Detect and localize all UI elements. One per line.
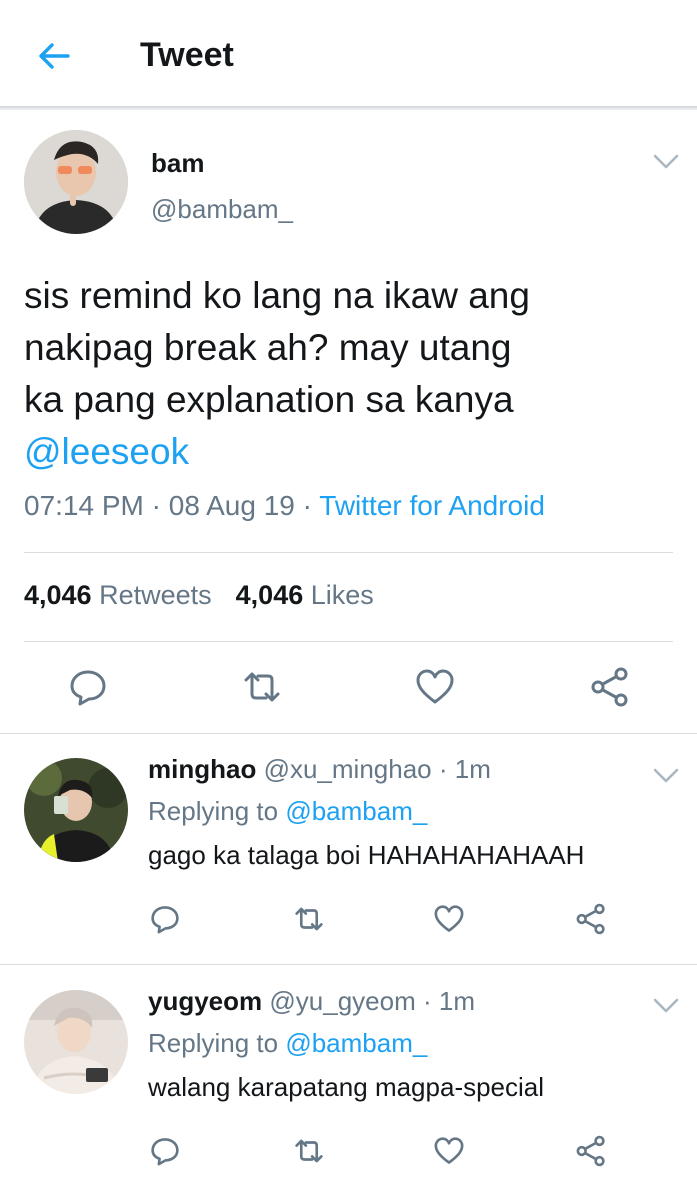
reply-time: · 1m bbox=[422, 986, 475, 1016]
replying-to-label: Replying to bbox=[148, 796, 279, 826]
author-handle[interactable]: @bambam_ bbox=[151, 194, 293, 225]
tweet-meta: 07:14 PM · 08 Aug 19 · Twitter for Andro… bbox=[24, 490, 545, 522]
retweet-icon[interactable] bbox=[240, 665, 284, 709]
like-icon[interactable] bbox=[432, 902, 466, 936]
reply-header: minghao @xu_minghao · 1m bbox=[148, 754, 491, 785]
avatar-image bbox=[24, 990, 128, 1094]
avatar-image bbox=[24, 130, 128, 234]
share-icon[interactable] bbox=[588, 665, 632, 709]
replying-to-mention[interactable]: @bambam_ bbox=[285, 1028, 427, 1058]
likes-count: 4,046 bbox=[235, 580, 304, 610]
reply-text: walang karapatang magpa-special bbox=[148, 1072, 545, 1102]
tweet-mention-link[interactable]: @leeseok bbox=[24, 426, 674, 478]
likes-stat[interactable]: 4,046 Likes bbox=[236, 580, 374, 610]
tweet-text-line: sis remind ko lang na ikaw ang bbox=[24, 275, 530, 316]
divider bbox=[0, 964, 697, 965]
share-icon[interactable] bbox=[574, 1134, 608, 1168]
retweets-label: Retweets bbox=[99, 580, 212, 610]
likes-label: Likes bbox=[310, 580, 374, 610]
reply-author-handle[interactable]: @yu_gyeom bbox=[269, 986, 415, 1016]
retweet-icon[interactable] bbox=[292, 1134, 326, 1168]
avatar[interactable] bbox=[24, 130, 128, 234]
reply-time: · 1m bbox=[438, 754, 491, 784]
tweet-source-link[interactable]: Twitter for Android bbox=[319, 490, 545, 521]
replying-to-label: Replying to bbox=[148, 1028, 279, 1058]
retweets-count: 4,046 bbox=[24, 580, 92, 610]
top-bar: Tweet bbox=[0, 0, 697, 108]
tweet-stats: 4,046 Retweets 4,046 Likes bbox=[24, 580, 374, 611]
page-title: Tweet bbox=[140, 36, 234, 74]
divider bbox=[24, 552, 673, 553]
share-icon[interactable] bbox=[574, 902, 608, 936]
tweet-text-line: nakipag break ah? may utang bbox=[24, 327, 512, 368]
like-icon[interactable] bbox=[413, 665, 457, 709]
reply-icon[interactable] bbox=[148, 1134, 182, 1168]
reply-icon[interactable] bbox=[66, 665, 110, 709]
chevron-down-icon[interactable] bbox=[652, 766, 680, 786]
reply-text: gago ka talaga boi HAHAHAHAHAAH bbox=[148, 840, 585, 870]
reply-author-handle[interactable]: @xu_minghao bbox=[264, 754, 432, 784]
meta-separator: · bbox=[151, 490, 161, 521]
avatar-image bbox=[24, 758, 128, 862]
main-tweet: bam @bambam_ sis remind ko lang na ikaw … bbox=[0, 110, 697, 734]
like-icon[interactable] bbox=[432, 1134, 466, 1168]
tweet-date: 08 Aug 19 bbox=[168, 490, 295, 521]
chevron-down-icon[interactable] bbox=[652, 152, 680, 172]
avatar[interactable] bbox=[24, 990, 128, 1094]
retweet-icon[interactable] bbox=[292, 902, 326, 936]
reply-author-name[interactable]: minghao bbox=[148, 754, 256, 784]
reply-tweet[interactable]: minghao @xu_minghao · 1m Replying to @ba… bbox=[0, 734, 697, 964]
meta-separator: · bbox=[302, 490, 312, 521]
avatar[interactable] bbox=[24, 758, 128, 862]
reply-icon[interactable] bbox=[148, 902, 182, 936]
reply-header: yugyeom @yu_gyeom · 1m bbox=[148, 986, 475, 1017]
replying-to-mention[interactable]: @bambam_ bbox=[285, 796, 427, 826]
chevron-down-icon[interactable] bbox=[652, 996, 680, 1016]
divider bbox=[24, 641, 673, 642]
tweet-text: sis remind ko lang na ikaw ang nakipag b… bbox=[24, 270, 674, 478]
tweet-time: 07:14 PM bbox=[24, 490, 144, 521]
reply-author-name[interactable]: yugyeom bbox=[148, 986, 262, 1016]
retweets-stat[interactable]: 4,046 Retweets bbox=[24, 580, 212, 610]
tweet-text-line: ka pang explanation sa kanya bbox=[24, 379, 514, 420]
replying-to: Replying to @bambam_ bbox=[148, 1028, 427, 1059]
arrow-left-icon[interactable] bbox=[36, 38, 72, 74]
author-name[interactable]: bam bbox=[151, 148, 204, 179]
replying-to: Replying to @bambam_ bbox=[148, 796, 427, 827]
reply-tweet[interactable]: yugyeom @yu_gyeom · 1m Replying to @bamb… bbox=[0, 966, 697, 1196]
